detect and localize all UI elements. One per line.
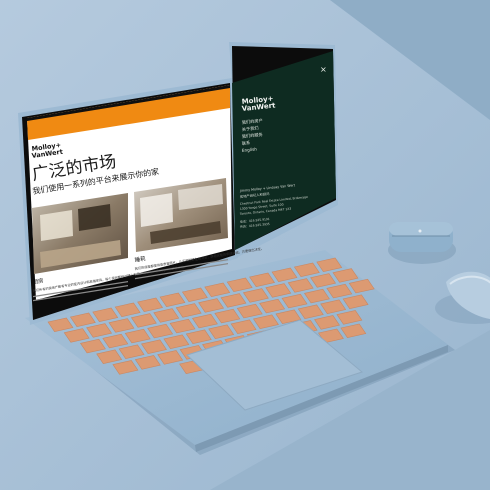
laptop-scene: Molloy+ VanWert 广泛的市场 我们使用一系列的平台来展示你的家 厨… [0, 0, 490, 490]
earbuds-case [388, 222, 456, 264]
close-icon[interactable]: × [320, 65, 327, 74]
kitchen-cabinets [140, 193, 173, 227]
photo-window [40, 210, 73, 241]
